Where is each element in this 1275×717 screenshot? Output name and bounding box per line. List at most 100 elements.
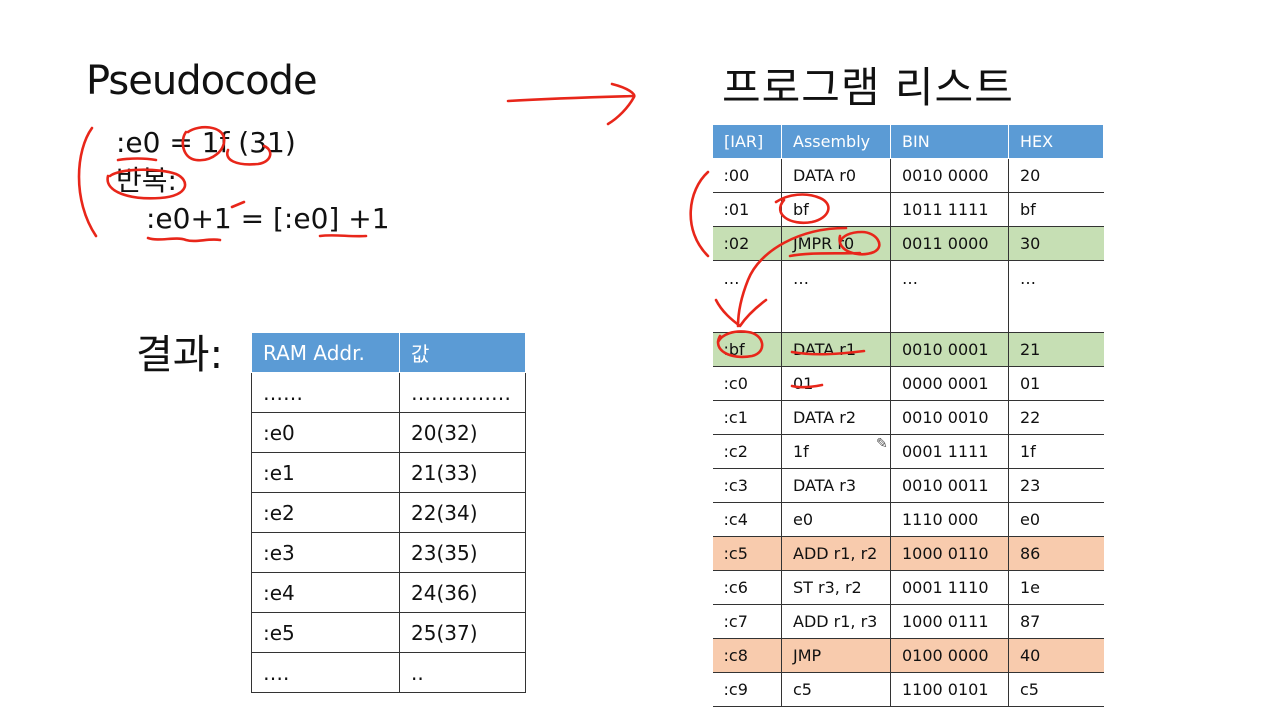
ram-addr-cell: :e5 <box>251 612 400 653</box>
column-header: Assembly <box>781 124 891 159</box>
ram-addr-cell: …… <box>251 372 400 413</box>
bracket-left-table <box>689 170 710 258</box>
ram-value-cell: …………… <box>399 372 526 413</box>
table-row-highlight: :c8 JMP 0100 0000 40 <box>712 638 1104 673</box>
hex-cell: bf <box>1008 192 1104 227</box>
program-list-title: 프로그램 리스트 <box>722 63 1014 112</box>
bin-cell: 0010 0011 <box>890 468 1009 503</box>
assembly-cell: JMP <box>781 638 891 673</box>
bin-cell: 1011 1111 <box>890 192 1009 227</box>
table-row: :c7 ADD r1, r3 1000 0111 87 <box>712 604 1104 639</box>
result-label: 결과: <box>136 332 224 378</box>
bin-cell: 0100 0000 <box>890 638 1009 673</box>
slide: Pseudocode :e0 = 1f (31) 반복: :e0+1 = [:e… <box>0 0 1275 717</box>
assembly-cell: DATA r3 <box>781 468 891 503</box>
bin-cell: 0000 0001 <box>890 366 1009 401</box>
bin-cell: 1110 000 <box>890 502 1009 537</box>
bin-cell: 1000 0111 <box>890 604 1009 639</box>
pencil-icon: ✎ <box>876 436 888 452</box>
table-row-highlight: :bf DATA r1 0010 0001 21 <box>712 332 1104 367</box>
arrow-line <box>506 94 636 103</box>
pseudocode-block: :e0 = 1f (31) 반복: :e0+1 = [:e0] +1 <box>116 124 390 238</box>
assembly-cell: ADD r1, r2 <box>781 536 891 571</box>
assembly-cell: 1f <box>781 434 891 469</box>
column-header: RAM Addr. <box>251 332 400 373</box>
assembly-cell: JMPR r0 <box>781 226 891 261</box>
iar-cell: … <box>712 260 782 333</box>
ram-addr-cell: :e1 <box>251 452 400 493</box>
bin-cell: 0010 0010 <box>890 400 1009 435</box>
assembly-cell: e0 <box>781 502 891 537</box>
hex-cell: 86 <box>1008 536 1104 571</box>
iar-cell: :c6 <box>712 570 782 605</box>
iar-cell: :c3 <box>712 468 782 503</box>
assembly-cell: DATA r0 <box>781 158 891 193</box>
table-row: :c6 ST r3, r2 0001 1110 1e <box>712 570 1104 605</box>
ram-addr-cell: :e0 <box>251 412 400 453</box>
hex-cell: 30 <box>1008 226 1104 261</box>
hex-cell: 22 <box>1008 400 1104 435</box>
underline-e0-plus-1 <box>146 236 222 243</box>
hex-cell: 21 <box>1008 332 1104 367</box>
table-row: :c4 e0 1110 000 e0 <box>712 502 1104 537</box>
table-row: :e4 24(36) <box>251 572 526 613</box>
table-row: :c9 c5 1100 0101 c5 <box>712 672 1104 707</box>
bracket-left-pseudo <box>77 126 98 238</box>
assembly-cell: … <box>781 260 891 333</box>
bin-cell: 0010 0000 <box>890 158 1009 193</box>
iar-cell: :c5 <box>712 536 782 571</box>
bin-cell: 1100 0101 <box>890 672 1009 707</box>
table-row: :c1 DATA r2 0010 0010 22 <box>712 400 1104 435</box>
ram-table: RAM Addr. 값 ………………… :e0 20(32) :e1 21(33) … <box>251 332 526 693</box>
assembly-cell: 01 <box>781 366 891 401</box>
table-row: ………… <box>712 260 1104 333</box>
assembly-cell: ADD r1, r3 <box>781 604 891 639</box>
ram-value-cell: 22(34) <box>399 492 526 533</box>
assembly-cell: DATA r1 <box>781 332 891 367</box>
table-row: :01 bf 1011 1111 bf <box>712 192 1104 227</box>
column-header: BIN <box>890 124 1009 159</box>
bin-cell: 0001 1110 <box>890 570 1009 605</box>
arrow-head <box>606 82 636 126</box>
bin-cell: 0011 0000 <box>890 226 1009 261</box>
pseudocode-line: :e0+1 = [:e0] +1 <box>146 202 390 235</box>
ram-value-cell: 20(32) <box>399 412 526 453</box>
table-row-highlight: :02 JMPR r0 0011 0000 30 <box>712 226 1104 261</box>
assembly-cell: c5 <box>781 672 891 707</box>
table-row: :c0 01 0000 0001 01 <box>712 366 1104 401</box>
ram-value-cell: .. <box>399 652 526 693</box>
ram-addr-cell: :e3 <box>251 532 400 573</box>
ram-value-cell: 24(36) <box>399 572 526 613</box>
pseudocode-line: 반복: <box>116 164 177 197</box>
hex-cell: e0 <box>1008 502 1104 537</box>
table-row: :c3 DATA r3 0010 0011 23 <box>712 468 1104 503</box>
hex-cell: 23 <box>1008 468 1104 503</box>
table-row: ………………… <box>251 372 526 413</box>
column-header: 값 <box>399 332 526 373</box>
ram-addr-cell: …. <box>251 652 400 693</box>
ram-value-cell: 23(35) <box>399 532 526 573</box>
table-row: :00 DATA r0 0010 0000 20 <box>712 158 1104 193</box>
iar-cell: :bf <box>712 332 782 367</box>
ram-addr-cell: :e2 <box>251 492 400 533</box>
ram-addr-cell: :e4 <box>251 572 400 613</box>
pseudocode-line: :e0 = 1f (31) <box>116 126 296 159</box>
column-header: [IAR] <box>712 124 782 159</box>
iar-cell: :c9 <box>712 672 782 707</box>
program-table-header: [IAR] Assembly BIN HEX <box>712 124 1104 159</box>
pseudocode-title: Pseudocode <box>86 58 318 104</box>
bin-cell: 1000 0110 <box>890 536 1009 571</box>
assembly-cell: ST r3, r2 <box>781 570 891 605</box>
column-header: HEX <box>1008 124 1104 159</box>
table-row: :e0 20(32) <box>251 412 526 453</box>
assembly-cell: bf <box>781 192 891 227</box>
iar-cell: :02 <box>712 226 782 261</box>
hex-cell: 01 <box>1008 366 1104 401</box>
hex-cell: 87 <box>1008 604 1104 639</box>
iar-cell: :c4 <box>712 502 782 537</box>
table-row: :e5 25(37) <box>251 612 526 653</box>
program-table: [IAR] Assembly BIN HEX :00 DATA r0 0010 00… <box>712 124 1104 707</box>
bin-cell: 0001 1111 <box>890 434 1009 469</box>
iar-cell: :c2 <box>712 434 782 469</box>
hex-cell: … <box>1008 260 1104 333</box>
